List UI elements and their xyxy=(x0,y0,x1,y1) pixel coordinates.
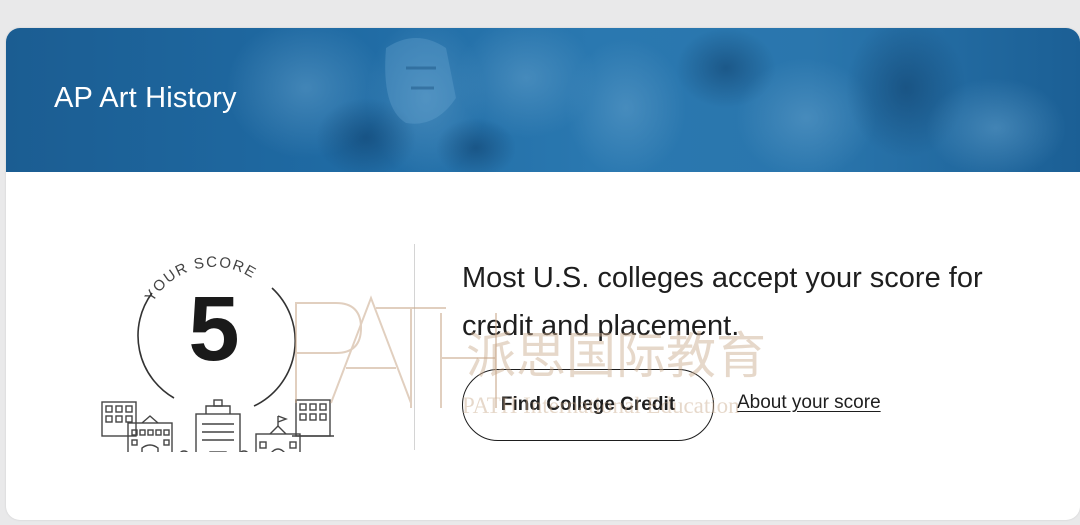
score-card: AP Art History YOUR SCORE 5 Most U.S. co… xyxy=(6,28,1080,520)
find-college-credit-button[interactable]: Find College Credit xyxy=(462,369,714,441)
course-title: AP Art History xyxy=(54,82,237,114)
score-badge: YOUR SCORE 5 xyxy=(92,238,344,473)
credit-message: Most U.S. colleges accept your score for… xyxy=(462,262,983,342)
college-buildings-icon xyxy=(101,399,334,473)
vertical-divider xyxy=(414,244,415,450)
about-your-score-link[interactable]: About your score xyxy=(737,392,881,414)
score-value: 5 xyxy=(188,278,239,380)
course-banner: AP Art History xyxy=(6,28,1080,172)
